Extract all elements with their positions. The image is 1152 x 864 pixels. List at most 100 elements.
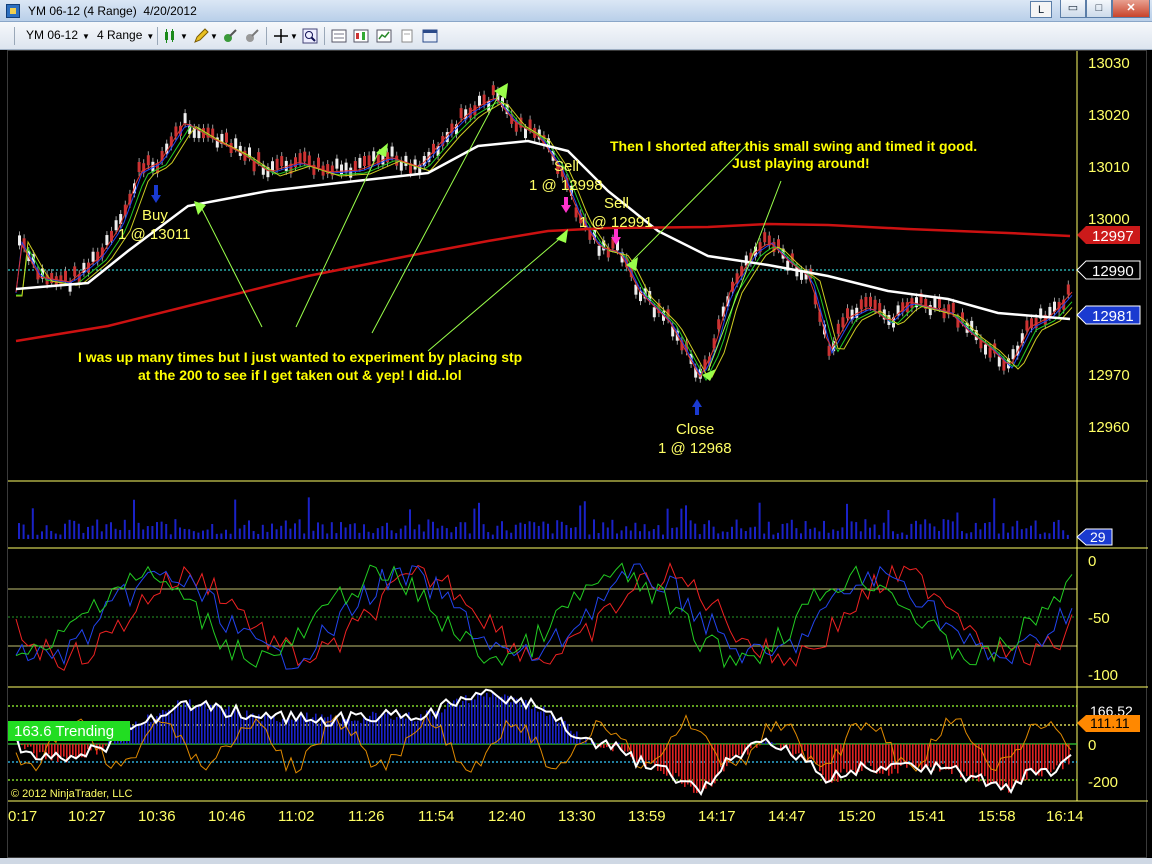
volume-bar [464, 522, 467, 539]
volume-bar [100, 531, 103, 539]
toolbar-separator [324, 27, 325, 45]
chevron-down-icon[interactable]: ▼ [290, 32, 298, 41]
volume-bar [50, 530, 53, 539]
volume-badge: 29 [1076, 528, 1113, 546]
volume-bar [445, 528, 448, 539]
chevron-down-icon[interactable]: ▼ [180, 32, 188, 41]
volume-bar [887, 509, 890, 539]
zoom-icon[interactable] [302, 28, 318, 44]
candle-body [404, 155, 408, 166]
volume-bar [105, 524, 108, 539]
strategies-icon[interactable] [244, 28, 260, 44]
candlestick-style-icon[interactable] [163, 28, 179, 44]
candle-body [358, 157, 362, 168]
period-selector[interactable]: 4 Range ▼ [97, 28, 154, 42]
cci-histogram-bar [867, 744, 869, 763]
trend-badge: 163.6 Trending [8, 721, 130, 741]
candle-body [873, 299, 877, 310]
cci-histogram-bar [975, 744, 977, 773]
chart-properties-icon[interactable] [376, 28, 392, 44]
volume-bar [772, 534, 775, 539]
cci-histogram-bar [174, 708, 176, 744]
volume-bar [133, 499, 135, 539]
cci-histogram-bar [1044, 744, 1046, 770]
volume-bar [846, 503, 848, 539]
cci-histogram-bar [699, 744, 701, 791]
volume-bar [965, 533, 968, 539]
close-button[interactable]: ✕ [1112, 0, 1150, 18]
cci-histogram-bar [759, 744, 761, 746]
instrument-label: YM 06-12 [26, 28, 79, 42]
minimize-button[interactable]: ▭ [1060, 0, 1086, 18]
volume-bar [611, 519, 614, 539]
cci-histogram-bar [804, 744, 806, 751]
cci-histogram-bar [660, 744, 662, 772]
cci-histogram-bar [294, 720, 296, 744]
cci-histogram-bar [846, 744, 848, 773]
volume-bar [648, 531, 651, 539]
indicators-icon[interactable] [222, 28, 238, 44]
volume-bars [18, 497, 1069, 539]
volume-bar [537, 525, 540, 539]
volume-bar [1007, 532, 1009, 539]
sell2-label: Sell [604, 195, 629, 212]
buy-detail: 1 @ 13011 [118, 226, 191, 243]
volume-bar [675, 527, 678, 539]
price-chart-canvas[interactable]: 13030 13020 13010 13000 12970 12960 1299… [8, 51, 1148, 859]
cci-histogram-bar [531, 708, 533, 744]
cci-histogram-bar [231, 715, 233, 744]
cci-histogram-bar [180, 706, 182, 744]
volume-bar [395, 533, 398, 539]
chart-trader-icon[interactable] [353, 28, 369, 44]
cci-histogram-bar [672, 744, 674, 778]
toolbar-separator [266, 27, 267, 45]
cci-histogram-bar [87, 744, 89, 750]
title-bar[interactable]: YM 06-12 (4 Range) 4/20/2012 L ▭ □ ✕ [0, 0, 1152, 22]
instrument-selector[interactable]: YM 06-12 ▼ [26, 28, 90, 42]
svg-text:12990: 12990 [1092, 263, 1134, 280]
candle-body [367, 155, 371, 166]
cci-histogram-bar [852, 744, 854, 771]
maximize-button[interactable]: □ [1086, 0, 1112, 18]
chart-area[interactable]: 13030 13020 13010 13000 12970 12960 1299… [7, 50, 1148, 859]
cci-histogram-bar [411, 720, 413, 744]
volume-bar [694, 523, 697, 539]
volume-bar [330, 522, 333, 539]
candle-body [524, 128, 527, 139]
volume-bar [1039, 533, 1042, 539]
cci-histogram-bar [429, 711, 431, 744]
cci-histogram-bar [75, 744, 77, 759]
cci-histogram-bar [396, 717, 398, 744]
data-series-icon[interactable] [331, 28, 347, 44]
volume-bar [151, 526, 154, 539]
cci-histogram-bar [234, 708, 236, 744]
time-tick-label: 10:46 [208, 808, 246, 825]
cci-histogram-bar [915, 744, 917, 768]
cci-histogram-bar [300, 714, 302, 744]
volume-bar [570, 527, 572, 539]
volume-bar [367, 531, 370, 539]
volume-bar [740, 528, 743, 539]
chevron-down-icon[interactable]: ▼ [210, 32, 218, 41]
volume-bar [758, 502, 761, 539]
link-button[interactable]: L [1030, 1, 1052, 18]
crosshair-icon[interactable] [273, 28, 289, 44]
cci-histogram-bar [990, 744, 992, 785]
buy-marker: Buy 1 @ 13011 [118, 185, 191, 243]
workspace-icon[interactable] [422, 28, 438, 44]
annotation-note-2-line-2: Just playing around! [732, 155, 870, 171]
volume-bar [275, 529, 278, 539]
candle-body [491, 85, 495, 96]
price-tick-label: 12970 [1088, 367, 1130, 384]
templates-icon[interactable] [399, 28, 415, 44]
candle-body [459, 108, 463, 119]
cci-histogram-bar [33, 744, 35, 754]
volume-bar [59, 534, 62, 539]
cci-histogram-bar [276, 720, 278, 744]
volume-bar [390, 530, 393, 539]
pencil-draw-icon[interactable] [193, 28, 209, 44]
volume-bar [892, 531, 894, 539]
time-tick-label: 0:17 [8, 808, 37, 825]
sell-marker-1: Sell 1 @ 12998 [529, 158, 603, 213]
candle-body [836, 323, 840, 334]
